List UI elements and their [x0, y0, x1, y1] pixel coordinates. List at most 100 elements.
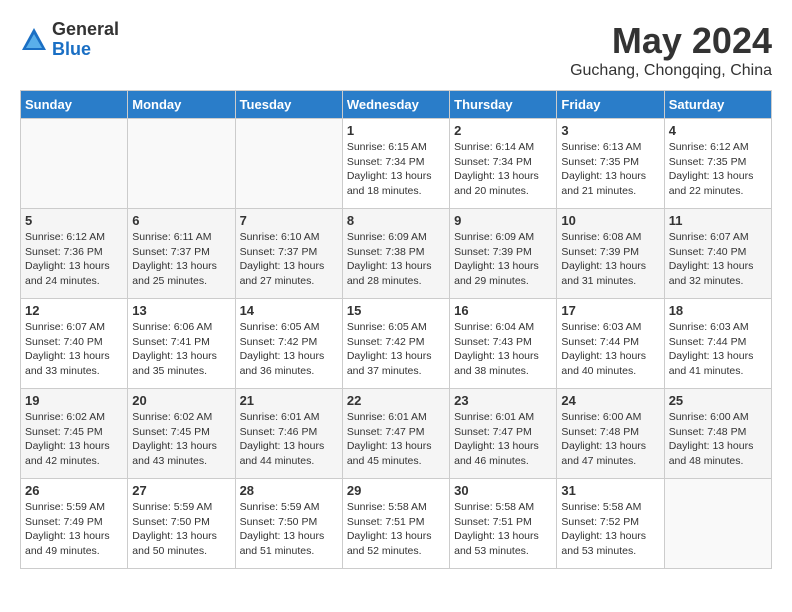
day-number: 10 [561, 213, 659, 228]
calendar-cell: 28 Sunrise: 5:59 AM Sunset: 7:50 PM Dayl… [235, 479, 342, 569]
sunrise-text: Sunrise: 6:05 AM [240, 321, 320, 333]
sunset-text: Sunset: 7:47 PM [454, 426, 532, 438]
sunrise-text: Sunrise: 6:00 AM [561, 411, 641, 423]
day-number: 16 [454, 303, 552, 318]
cell-content: Sunrise: 5:58 AM Sunset: 7:51 PM Dayligh… [347, 500, 445, 559]
cell-content: Sunrise: 6:14 AM Sunset: 7:34 PM Dayligh… [454, 140, 552, 199]
sunset-text: Sunset: 7:38 PM [347, 246, 425, 258]
daylight-text: Daylight: 13 hours and 48 minutes. [669, 440, 754, 467]
calendar-cell: 20 Sunrise: 6:02 AM Sunset: 7:45 PM Dayl… [128, 389, 235, 479]
sunset-text: Sunset: 7:48 PM [561, 426, 639, 438]
cell-content: Sunrise: 6:08 AM Sunset: 7:39 PM Dayligh… [561, 230, 659, 289]
sunset-text: Sunset: 7:46 PM [240, 426, 318, 438]
day-number: 31 [561, 483, 659, 498]
sunset-text: Sunset: 7:52 PM [561, 516, 639, 528]
calendar-cell: 31 Sunrise: 5:58 AM Sunset: 7:52 PM Dayl… [557, 479, 664, 569]
week-row: 19 Sunrise: 6:02 AM Sunset: 7:45 PM Dayl… [21, 389, 772, 479]
day-number: 20 [132, 393, 230, 408]
cell-content: Sunrise: 6:02 AM Sunset: 7:45 PM Dayligh… [132, 410, 230, 469]
daylight-text: Daylight: 13 hours and 43 minutes. [132, 440, 217, 467]
logo: General Blue [20, 20, 119, 60]
cell-content: Sunrise: 6:01 AM Sunset: 7:47 PM Dayligh… [347, 410, 445, 469]
sunrise-text: Sunrise: 5:59 AM [132, 501, 212, 513]
cell-content: Sunrise: 6:10 AM Sunset: 7:37 PM Dayligh… [240, 230, 338, 289]
sunset-text: Sunset: 7:47 PM [347, 426, 425, 438]
sunrise-text: Sunrise: 6:01 AM [240, 411, 320, 423]
day-number: 24 [561, 393, 659, 408]
month-title: May 2024 [570, 20, 772, 62]
logo-blue: Blue [52, 40, 119, 60]
sunset-text: Sunset: 7:45 PM [25, 426, 103, 438]
daylight-text: Daylight: 13 hours and 49 minutes. [25, 530, 110, 557]
logo-icon [20, 26, 48, 54]
day-number: 17 [561, 303, 659, 318]
day-number: 14 [240, 303, 338, 318]
sunset-text: Sunset: 7:36 PM [25, 246, 103, 258]
sunset-text: Sunset: 7:35 PM [669, 156, 747, 168]
sunrise-text: Sunrise: 6:04 AM [454, 321, 534, 333]
sunrise-text: Sunrise: 6:14 AM [454, 141, 534, 153]
daylight-text: Daylight: 13 hours and 53 minutes. [561, 530, 646, 557]
day-number: 11 [669, 213, 767, 228]
cell-content: Sunrise: 6:12 AM Sunset: 7:36 PM Dayligh… [25, 230, 123, 289]
sunrise-text: Sunrise: 6:01 AM [347, 411, 427, 423]
calendar-cell: 9 Sunrise: 6:09 AM Sunset: 7:39 PM Dayli… [450, 209, 557, 299]
sunset-text: Sunset: 7:37 PM [132, 246, 210, 258]
daylight-text: Daylight: 13 hours and 41 minutes. [669, 350, 754, 377]
col-header-tuesday: Tuesday [235, 91, 342, 119]
logo-general: General [52, 20, 119, 40]
sunrise-text: Sunrise: 6:07 AM [25, 321, 105, 333]
cell-content: Sunrise: 6:01 AM Sunset: 7:47 PM Dayligh… [454, 410, 552, 469]
calendar-cell [128, 119, 235, 209]
daylight-text: Daylight: 13 hours and 51 minutes. [240, 530, 325, 557]
calendar-cell: 16 Sunrise: 6:04 AM Sunset: 7:43 PM Dayl… [450, 299, 557, 389]
day-number: 30 [454, 483, 552, 498]
day-number: 5 [25, 213, 123, 228]
cell-content: Sunrise: 6:09 AM Sunset: 7:38 PM Dayligh… [347, 230, 445, 289]
sunset-text: Sunset: 7:51 PM [454, 516, 532, 528]
calendar-cell [21, 119, 128, 209]
sunset-text: Sunset: 7:42 PM [240, 336, 318, 348]
daylight-text: Daylight: 13 hours and 40 minutes. [561, 350, 646, 377]
cell-content: Sunrise: 6:02 AM Sunset: 7:45 PM Dayligh… [25, 410, 123, 469]
day-number: 9 [454, 213, 552, 228]
sunset-text: Sunset: 7:40 PM [25, 336, 103, 348]
cell-content: Sunrise: 6:00 AM Sunset: 7:48 PM Dayligh… [561, 410, 659, 469]
location: Guchang, Chongqing, China [570, 62, 772, 80]
cell-content: Sunrise: 6:09 AM Sunset: 7:39 PM Dayligh… [454, 230, 552, 289]
day-number: 19 [25, 393, 123, 408]
page-header: General Blue May 2024 Guchang, Chongqing… [20, 20, 772, 80]
sunset-text: Sunset: 7:45 PM [132, 426, 210, 438]
daylight-text: Daylight: 13 hours and 18 minutes. [347, 170, 432, 197]
daylight-text: Daylight: 13 hours and 29 minutes. [454, 260, 539, 287]
calendar-cell: 25 Sunrise: 6:00 AM Sunset: 7:48 PM Dayl… [664, 389, 771, 479]
sunset-text: Sunset: 7:34 PM [347, 156, 425, 168]
sunrise-text: Sunrise: 6:09 AM [347, 231, 427, 243]
week-row: 26 Sunrise: 5:59 AM Sunset: 7:49 PM Dayl… [21, 479, 772, 569]
cell-content: Sunrise: 5:58 AM Sunset: 7:51 PM Dayligh… [454, 500, 552, 559]
calendar-cell: 26 Sunrise: 5:59 AM Sunset: 7:49 PM Dayl… [21, 479, 128, 569]
calendar-cell: 13 Sunrise: 6:06 AM Sunset: 7:41 PM Dayl… [128, 299, 235, 389]
cell-content: Sunrise: 6:03 AM Sunset: 7:44 PM Dayligh… [669, 320, 767, 379]
logo-text: General Blue [52, 20, 119, 60]
cell-content: Sunrise: 5:58 AM Sunset: 7:52 PM Dayligh… [561, 500, 659, 559]
cell-content: Sunrise: 6:13 AM Sunset: 7:35 PM Dayligh… [561, 140, 659, 199]
sunrise-text: Sunrise: 6:07 AM [669, 231, 749, 243]
calendar-cell: 8 Sunrise: 6:09 AM Sunset: 7:38 PM Dayli… [342, 209, 449, 299]
daylight-text: Daylight: 13 hours and 22 minutes. [669, 170, 754, 197]
calendar-cell: 29 Sunrise: 5:58 AM Sunset: 7:51 PM Dayl… [342, 479, 449, 569]
sunset-text: Sunset: 7:37 PM [240, 246, 318, 258]
cell-content: Sunrise: 6:06 AM Sunset: 7:41 PM Dayligh… [132, 320, 230, 379]
day-number: 7 [240, 213, 338, 228]
calendar-cell: 18 Sunrise: 6:03 AM Sunset: 7:44 PM Dayl… [664, 299, 771, 389]
cell-content: Sunrise: 6:00 AM Sunset: 7:48 PM Dayligh… [669, 410, 767, 469]
sunrise-text: Sunrise: 6:03 AM [669, 321, 749, 333]
calendar-cell: 3 Sunrise: 6:13 AM Sunset: 7:35 PM Dayli… [557, 119, 664, 209]
day-number: 1 [347, 123, 445, 138]
sunset-text: Sunset: 7:44 PM [561, 336, 639, 348]
cell-content: Sunrise: 6:11 AM Sunset: 7:37 PM Dayligh… [132, 230, 230, 289]
sunrise-text: Sunrise: 5:59 AM [240, 501, 320, 513]
daylight-text: Daylight: 13 hours and 31 minutes. [561, 260, 646, 287]
sunset-text: Sunset: 7:49 PM [25, 516, 103, 528]
day-number: 4 [669, 123, 767, 138]
